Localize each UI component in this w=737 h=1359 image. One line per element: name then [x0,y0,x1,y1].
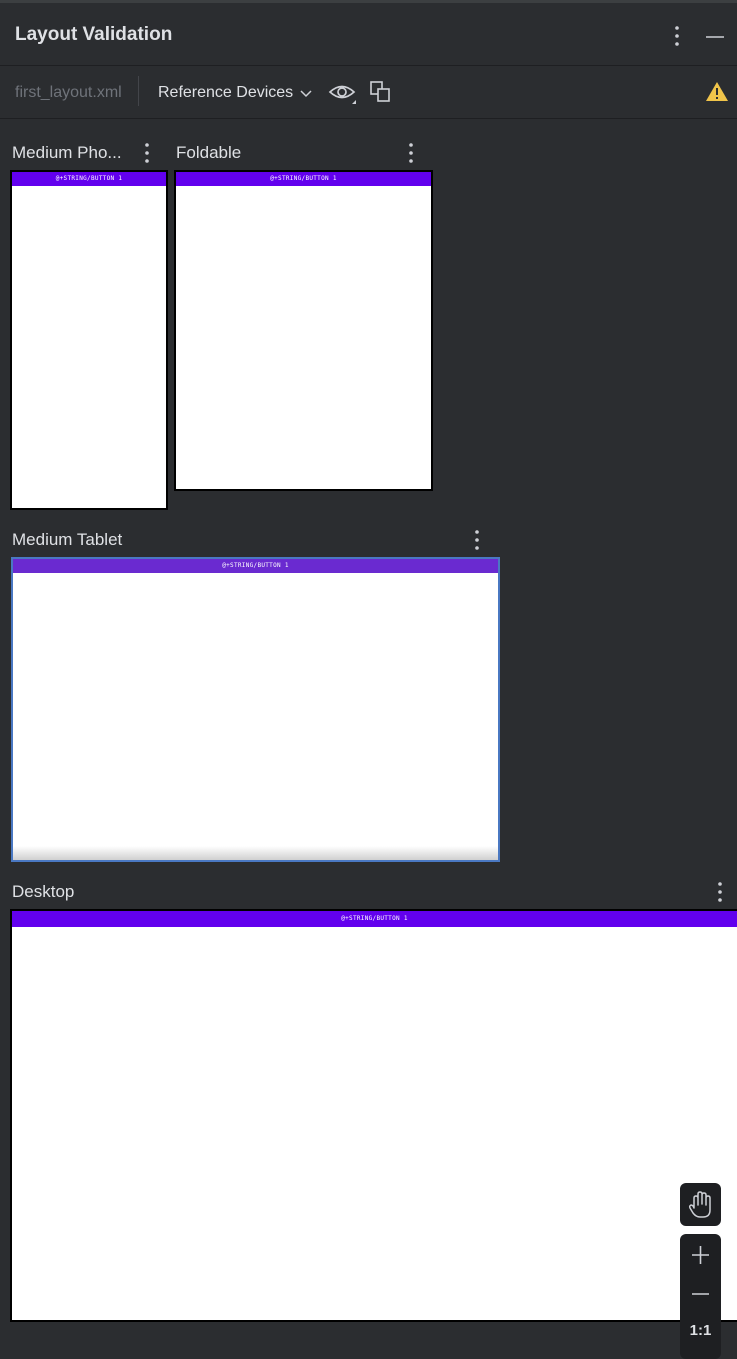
eye-icon[interactable] [328,80,358,106]
toolbar-separator [138,76,139,106]
toolbar: first_layout.xml Reference Devices [0,66,737,119]
device-label-desktop: Desktop [12,882,75,901]
device-label-foldable: Foldable [176,143,242,162]
preview-shadow [13,846,498,860]
device-menu-icon[interactable] [405,141,417,165]
zoom-in-button[interactable] [680,1236,721,1274]
zoom-actual-size-button[interactable]: 1:1 [680,1322,721,1339]
device-menu-icon[interactable] [714,880,726,904]
pan-tool-button[interactable] [680,1183,721,1226]
duplicate-icon[interactable] [368,79,394,105]
preview-medium-tablet[interactable]: @+STRING/BUTTON 1 [11,557,500,862]
panel-header: Layout Validation [0,3,737,66]
app-bar: @+STRING/BUTTON 1 [13,559,498,573]
minimize-icon[interactable] [705,27,725,47]
app-bar: @+STRING/BUTTON 1 [176,172,431,186]
hand-icon [688,1191,711,1218]
device-set-dropdown[interactable]: Reference Devices [158,84,293,102]
preview-medium-phone[interactable]: @+STRING/BUTTON 1 [10,170,168,510]
device-label-medium-phone: Medium Pho... [12,143,122,162]
app-bar: @+STRING/BUTTON 1 [12,172,166,186]
zoom-controls: 1:1 [680,1234,721,1359]
warning-icon[interactable] [705,80,729,104]
chevron-down-icon[interactable] [298,85,314,101]
layout-file-name: first_layout.xml [15,84,122,101]
device-label-medium-tablet: Medium Tablet [12,530,123,549]
device-menu-icon[interactable] [141,141,153,165]
more-options-icon[interactable] [666,23,688,49]
device-menu-icon[interactable] [471,528,483,552]
plus-icon [692,1246,709,1264]
panel-title: Layout Validation [15,24,173,45]
preview-foldable[interactable]: @+STRING/BUTTON 1 [174,170,433,491]
zoom-out-button[interactable] [680,1275,721,1313]
app-bar: @+STRING/BUTTON 1 [12,911,737,927]
preview-desktop[interactable]: @+STRING/BUTTON 1 [10,909,737,1322]
minus-icon [692,1293,709,1295]
